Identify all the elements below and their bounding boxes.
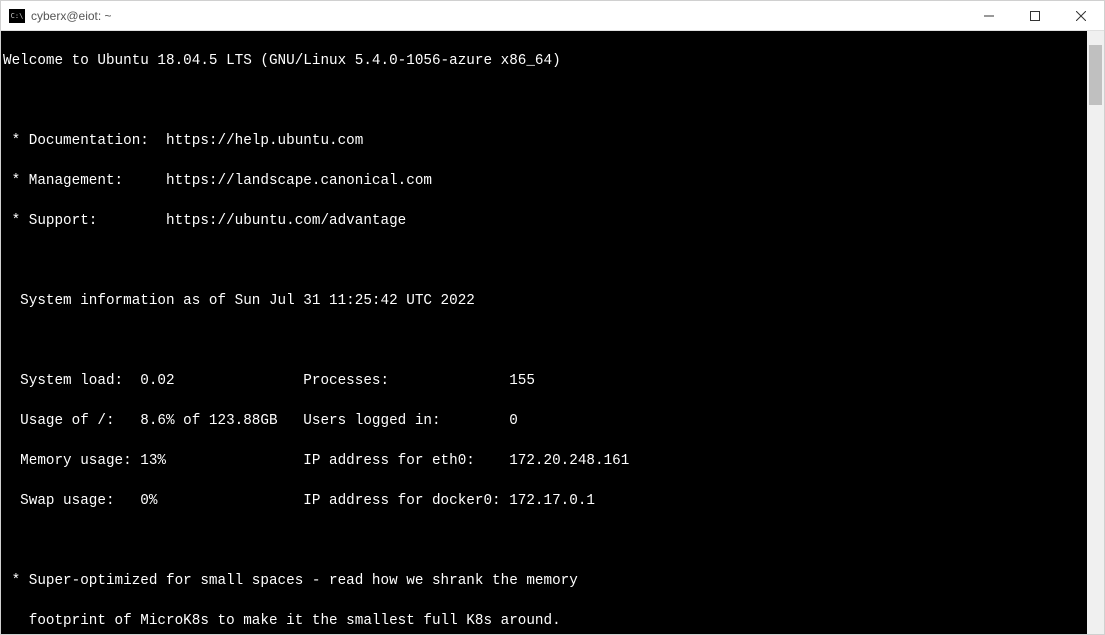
- sysinfo-row: Memory usage: 13% IP address for eth0: 1…: [3, 451, 1087, 471]
- app-window: C:\ cyberx@eiot: ~ Welcome to Ubuntu 18.…: [0, 0, 1105, 635]
- titlebar[interactable]: C:\ cyberx@eiot: ~: [1, 1, 1104, 31]
- close-icon: [1076, 11, 1086, 21]
- sysinfo-row: Usage of /: 8.6% of 123.88GB Users logge…: [3, 411, 1087, 431]
- blank-line: [3, 531, 1087, 551]
- terminal-icon: C:\: [9, 9, 25, 23]
- terminal-output[interactable]: Welcome to Ubuntu 18.04.5 LTS (GNU/Linux…: [1, 31, 1087, 634]
- minimize-icon: [984, 11, 994, 21]
- window-controls: [966, 1, 1104, 30]
- motd-line: * Super-optimized for small spaces - rea…: [3, 571, 1087, 591]
- scrollbar-thumb[interactable]: [1089, 45, 1102, 105]
- sysinfo-row: System load: 0.02 Processes: 155: [3, 371, 1087, 391]
- blank-line: [3, 91, 1087, 111]
- motd-line: Welcome to Ubuntu 18.04.5 LTS (GNU/Linux…: [3, 51, 1087, 71]
- motd-line: * Management: https://landscape.canonica…: [3, 171, 1087, 191]
- sysinfo-row: Swap usage: 0% IP address for docker0: 1…: [3, 491, 1087, 511]
- sysinfo-header: System information as of Sun Jul 31 11:2…: [3, 291, 1087, 311]
- window-title: cyberx@eiot: ~: [31, 9, 112, 23]
- maximize-icon: [1030, 11, 1040, 21]
- vertical-scrollbar[interactable]: [1087, 31, 1104, 634]
- motd-line: * Support: https://ubuntu.com/advantage: [3, 211, 1087, 231]
- minimize-button[interactable]: [966, 1, 1012, 30]
- terminal-area: Welcome to Ubuntu 18.04.5 LTS (GNU/Linux…: [1, 31, 1104, 634]
- blank-line: [3, 251, 1087, 271]
- close-button[interactable]: [1058, 1, 1104, 30]
- motd-line: footprint of MicroK8s to make it the sma…: [3, 611, 1087, 631]
- motd-line: * Documentation: https://help.ubuntu.com: [3, 131, 1087, 151]
- maximize-button[interactable]: [1012, 1, 1058, 30]
- blank-line: [3, 331, 1087, 351]
